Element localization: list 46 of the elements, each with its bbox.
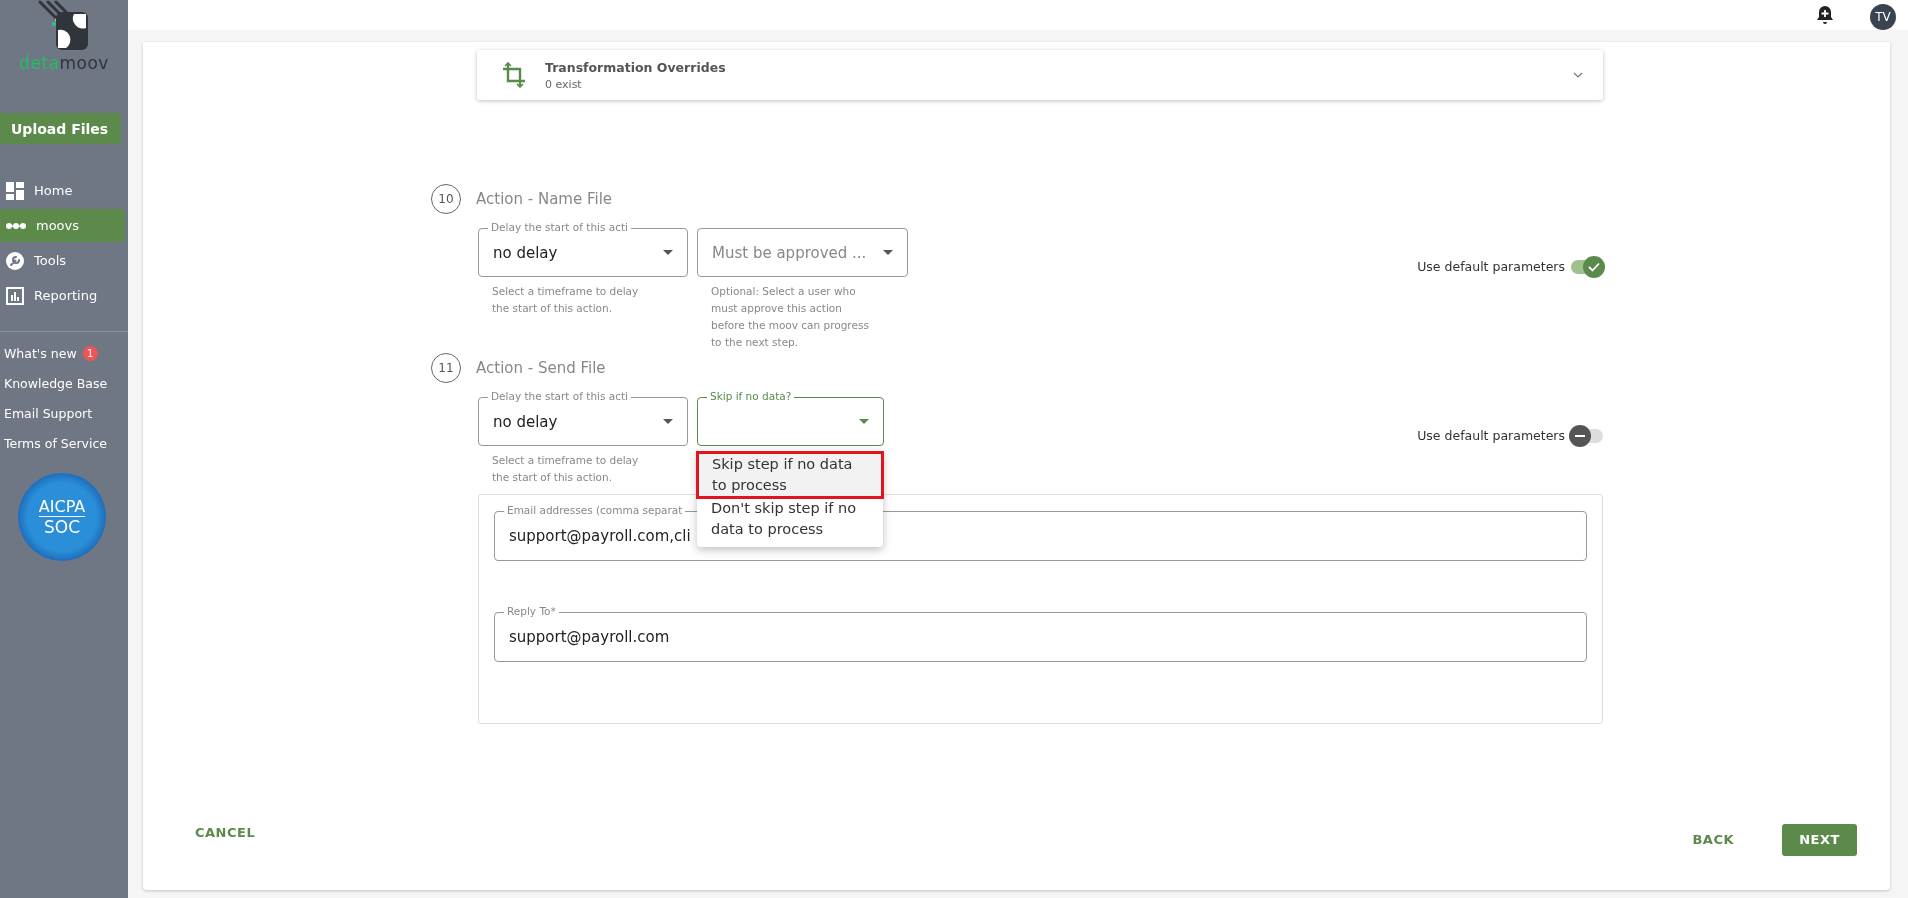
helper-text: Select a timeframe to delay the start of this action.	[492, 453, 640, 485]
field-label: Email addresses (comma separat	[504, 504, 686, 517]
menu-option[interactable]: Skip step if no data to process	[698, 453, 882, 497]
panel-subtitle: 0 exist	[545, 77, 583, 91]
dots-icon	[6, 221, 26, 230]
dashboard-icon	[6, 181, 24, 200]
nav-item[interactable]: Tools	[0, 244, 128, 277]
helper-text: Select a timeframe to delay the start of this action.	[492, 284, 640, 316]
wrench-icon	[6, 251, 24, 270]
back-button[interactable]: BACK	[1684, 826, 1742, 853]
caret-icon	[663, 419, 673, 424]
crop-icon	[501, 62, 527, 88]
next-button[interactable]: NEXT	[1782, 823, 1857, 856]
toggle-label: Use default parameters	[1417, 428, 1565, 443]
sidebar-link[interactable]: What's new	[4, 346, 77, 361]
field-label: Reply To*	[504, 605, 559, 618]
helper-text: Optional: Select a user who must approve this action before the moov can progress to the next step.	[711, 284, 870, 350]
action-title: Action - Name File	[476, 190, 613, 208]
overrides-panel[interactable]: Transformation Overrides 0 exist	[477, 50, 1603, 100]
toggle-label: Use default parameters	[1417, 259, 1565, 274]
field-label: Delay the start of this acti	[488, 390, 631, 403]
caret-icon	[883, 250, 893, 255]
minus-icon	[1575, 434, 1585, 437]
select-field[interactable]: Must be approved ...	[697, 228, 908, 277]
logo-wordmark: detamoov	[19, 53, 109, 73]
caret-icon	[859, 419, 869, 424]
action-title: Action - Send File	[476, 359, 606, 377]
field-label: Delay the start of this acti	[488, 221, 631, 234]
caret-icon	[663, 250, 673, 255]
user-avatar[interactable]: TV	[1870, 4, 1896, 30]
panel-title: Transformation Overrides	[545, 59, 727, 75]
sidebar-link[interactable]: Knowledge Base	[4, 376, 108, 391]
certification-seal: AICPA SOC	[18, 473, 106, 561]
bar-chart-icon	[6, 286, 24, 305]
nav-item[interactable]: moovs	[0, 209, 125, 242]
sidebar-link[interactable]: Terms of Service	[4, 436, 107, 451]
cancel-button[interactable]: CANCEL	[187, 819, 264, 846]
nav-item[interactable]: Reporting	[0, 279, 128, 312]
notification-bell-icon[interactable]	[1816, 5, 1834, 25]
notification-badge: 1	[82, 346, 98, 361]
nav-item[interactable]: Home	[0, 174, 128, 207]
upload-files-button[interactable]: Upload Files	[0, 113, 121, 144]
sidebar-link[interactable]: Email Support	[4, 406, 93, 421]
field-label: Skip if no data?	[707, 390, 795, 403]
chevron-down-icon[interactable]	[1573, 72, 1583, 78]
checkmark-icon	[1588, 261, 1600, 272]
